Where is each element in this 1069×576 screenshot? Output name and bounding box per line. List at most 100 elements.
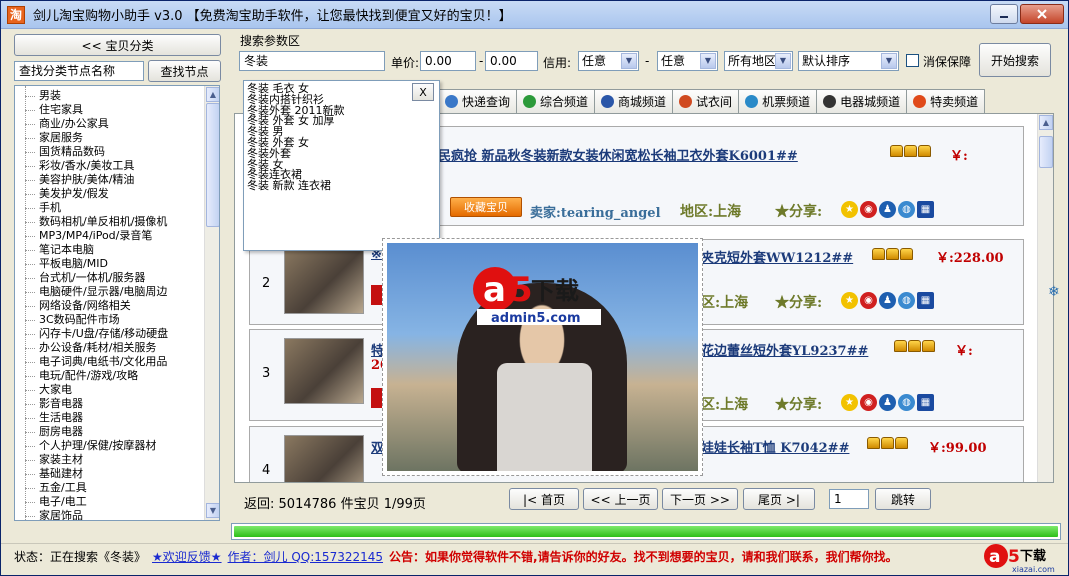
jump-button[interactable]: 跳转 (875, 488, 931, 510)
tab-express[interactable]: 快递查询 (438, 89, 518, 113)
node-search-input[interactable]: 查找分类节点名称 (14, 61, 144, 81)
item-title[interactable]: 夹克短外套WW1212## (701, 247, 853, 266)
category-item[interactable]: 家装主材 (39, 453, 83, 467)
scroll-thumb[interactable] (206, 103, 219, 227)
close-button[interactable] (1020, 4, 1064, 24)
image-preview: a 5 下载 admin5.com (382, 238, 703, 476)
tab-fitting[interactable]: 试衣间 (672, 89, 740, 113)
scroll-down-icon[interactable]: ▼ (206, 503, 219, 518)
seller-name[interactable]: tearing_angel (561, 206, 661, 221)
category-item[interactable]: 数码相机/单反相机/摄像机 (39, 215, 167, 229)
category-item[interactable]: 办公设备/耗材/相关服务 (39, 341, 156, 355)
price-max-input[interactable]: 0.00 (485, 51, 538, 71)
globe-icon[interactable]: ◍ (898, 201, 915, 218)
star-icon[interactable]: ★ (841, 394, 858, 411)
category-item[interactable]: 商业/办公家具 (39, 117, 109, 131)
page-input[interactable]: 1 (829, 489, 869, 509)
category-tree[interactable]: ▲ ▼ 男装 住宅家具 商业/办公家具 家居服务 国货精品数码 彩妆/香水/美妆工具 美容护… (14, 85, 220, 521)
region-label: 区:上海 (701, 397, 749, 413)
tab-channel[interactable]: 综合频道 (516, 89, 596, 113)
item-title[interactable]: 花边蕾丝短外套YL9237## (701, 340, 868, 359)
price-min-input[interactable]: 0.00 (420, 51, 476, 71)
guarantee-checkbox[interactable] (906, 54, 919, 67)
minimize-button[interactable] (990, 4, 1018, 24)
suggestion-item[interactable]: 冬装 新款 连衣裙 (247, 180, 331, 191)
category-item[interactable]: 电子词典/电纸书/文化用品 (39, 355, 167, 369)
category-item[interactable]: 彩妆/香水/美妆工具 (39, 159, 134, 173)
item-title[interactable]: 娃娃长袖T恤 K7042## (701, 437, 849, 456)
user-icon[interactable]: ♟ (879, 201, 896, 218)
start-search-button[interactable]: 开始搜索 (979, 43, 1051, 77)
category-item[interactable]: 国货精品数码 (39, 145, 105, 159)
user-icon[interactable]: ♟ (879, 292, 896, 309)
category-item[interactable]: 笔记本电脑 (39, 243, 94, 257)
category-item[interactable]: 美容护肤/美体/精油 (39, 173, 134, 187)
category-item[interactable]: 美发护发/假发 (39, 187, 109, 201)
tab-mall[interactable]: 商城频道 (594, 89, 674, 113)
collect-button[interactable]: 收藏宝贝 (450, 197, 522, 217)
credit-min-select[interactable]: 任意 ▼ (578, 51, 639, 71)
camera-icon[interactable]: ◉ (860, 292, 877, 309)
next-page-button[interactable]: 下一页 >> (662, 488, 738, 510)
globe-icon[interactable]: ◍ (898, 292, 915, 309)
user-icon[interactable]: ♟ (879, 394, 896, 411)
category-item[interactable]: 电玩/配件/游戏/攻略 (39, 369, 138, 383)
tab-plane[interactable]: 机票频道 (738, 89, 818, 113)
category-item[interactable]: 基础建材 (39, 467, 83, 481)
category-item[interactable]: 手机 (39, 201, 61, 215)
title-bar[interactable]: 淘 剑儿淘宝购物小助手 v3.0 【免费淘宝助手软件，让您最快找到便宜又好的宝贝… (1, 1, 1068, 29)
category-item[interactable]: 3C数码配件市场 (39, 313, 120, 327)
sort-select[interactable]: 默认排序 ▼ (798, 51, 899, 71)
scroll-up-icon[interactable]: ▲ (206, 87, 219, 102)
category-item[interactable]: 闪存卡/U盘/存储/移动硬盘 (39, 327, 168, 341)
category-item[interactable]: 电脑硬件/显示器/电脑周边 (39, 285, 167, 299)
star-icon[interactable]: ★ (841, 292, 858, 309)
camera-icon[interactable]: ◉ (860, 201, 877, 218)
item-thumbnail[interactable] (284, 435, 364, 482)
category-item[interactable]: 网络设备/网络相关 (39, 299, 131, 313)
item-thumbnail[interactable] (284, 248, 364, 314)
category-item[interactable]: 影音电器 (39, 397, 83, 411)
category-item[interactable]: 大家电 (39, 383, 72, 397)
category-item[interactable]: 男装 (39, 89, 61, 103)
credit-max-select[interactable]: 任意 ▼ (657, 51, 718, 71)
category-item[interactable]: 厨房电器 (39, 425, 83, 439)
category-item[interactable]: 生活电器 (39, 411, 83, 425)
find-node-button[interactable]: 查找节点 (148, 60, 221, 82)
last-page-button[interactable]: 尾页 >| (743, 488, 815, 510)
search-section-label: 搜索参数区 (240, 34, 301, 48)
category-item[interactable]: 家居服务 (39, 131, 83, 145)
category-item[interactable]: 电子/电工 (39, 495, 87, 509)
paw-icon[interactable]: ▦ (917, 292, 934, 309)
prev-page-button[interactable]: << 上一页 (583, 488, 658, 510)
tab-sale[interactable]: 特卖频道 (906, 89, 986, 113)
category-item[interactable]: 台式机/一体机/服务器 (39, 271, 145, 285)
category-item[interactable]: 平板电脑/MID (39, 257, 108, 271)
category-toggle-button[interactable]: << 宝贝分类 (14, 34, 221, 56)
scroll-thumb[interactable] (1039, 136, 1053, 168)
category-scrollbar[interactable]: ▲ ▼ (204, 86, 219, 520)
region-select[interactable]: 所有地区 ▼ (724, 51, 793, 71)
item-title[interactable]: 民疯抢 新品秋冬装新款女装休闲宽松长袖卫衣外套K6001## (438, 145, 798, 164)
category-item[interactable]: 住宅家具 (39, 103, 83, 117)
star-icon[interactable]: ★ (841, 201, 858, 218)
paw-icon[interactable]: ▦ (917, 394, 934, 411)
scroll-up-icon[interactable]: ▲ (1039, 115, 1053, 130)
close-suggestions-button[interactable]: X (412, 83, 434, 101)
search-progress-bar (231, 523, 1061, 540)
paw-icon[interactable]: ▦ (917, 201, 934, 218)
first-page-button[interactable]: |< 首页 (509, 488, 579, 510)
category-item[interactable]: 五金/工具 (39, 481, 87, 495)
category-item[interactable]: 个人护理/保健/按摩器材 (39, 439, 156, 453)
item-thumbnail[interactable] (284, 338, 364, 404)
keyword-input[interactable]: 冬装 (239, 51, 385, 71)
category-item[interactable]: MP3/MP4/iPod/录音笔 (39, 229, 152, 243)
feedback-link[interactable]: ★欢迎反馈★ (152, 548, 222, 565)
result-count: 返回: 5014786 件宝贝 1/99页 (244, 497, 426, 512)
tab-appliance[interactable]: 电器城频道 (816, 89, 908, 113)
author-link[interactable]: 作者：剑儿 QQ:157322145 (228, 548, 383, 565)
camera-icon[interactable]: ◉ (860, 394, 877, 411)
keyword-suggestions[interactable]: X 冬装 毛衣 女冬装内搭针织衫 冬装外套 2011新款 冬装 外套 女 加厚 冬装 … (243, 80, 440, 251)
globe-icon[interactable]: ◍ (898, 394, 915, 411)
category-item[interactable]: 家居饰品 (39, 509, 83, 520)
